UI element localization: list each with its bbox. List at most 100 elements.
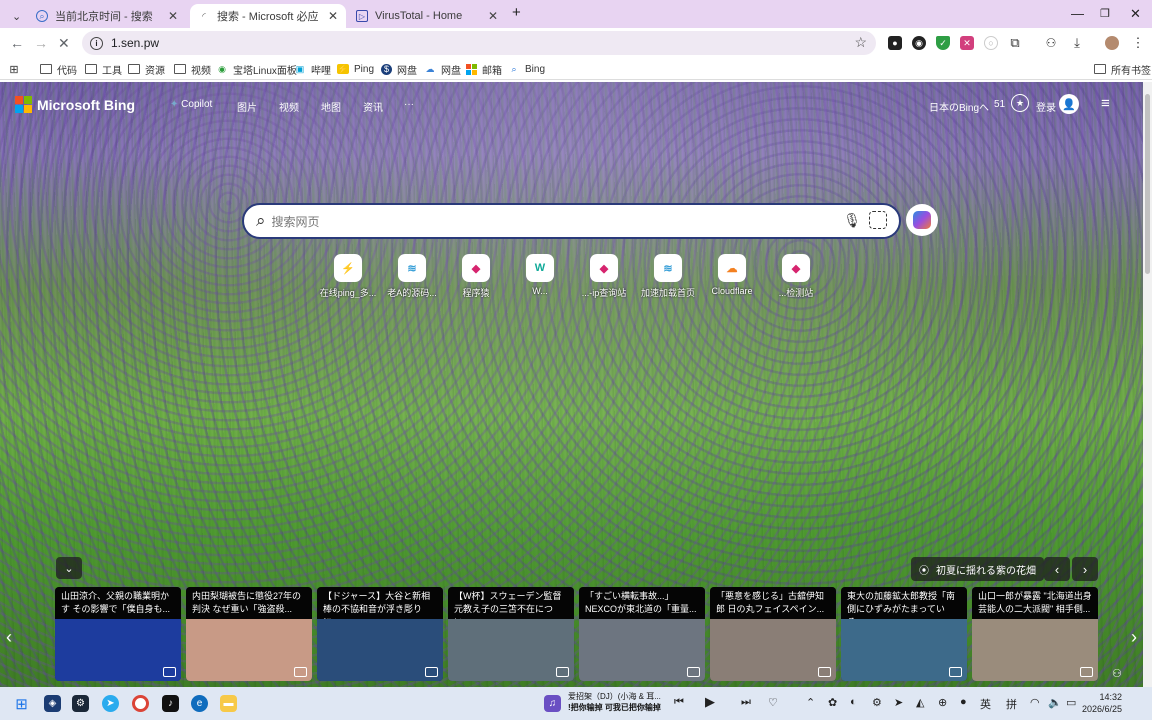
news-card[interactable]: 内田梨瑚被告に懲役27年の判決 なぜ重い「強盗殺...	[186, 587, 312, 681]
news-next-arrow[interactable]: ›	[1131, 627, 1137, 648]
region-link[interactable]: 日本のBingへ	[929, 99, 989, 114]
app-icon-1[interactable]: ◈	[44, 695, 61, 712]
tray-steam-icon[interactable]: ⚙	[872, 696, 882, 709]
nav-copilot[interactable]: ✦ Copilot	[170, 99, 212, 110]
tab-search-menu-button[interactable]: ⌄	[8, 4, 28, 28]
bookmark-folder[interactable]: 工具	[85, 61, 122, 77]
extensions-puzzle-icon[interactable]: ⧉	[1008, 35, 1022, 50]
stop-loading-button[interactable]: ✕	[58, 35, 70, 52]
tray-app-icon[interactable]: ●	[960, 696, 967, 708]
file-explorer-icon[interactable]: ▬	[220, 695, 237, 712]
tray-telegram-icon[interactable]: ➤	[894, 696, 903, 709]
close-window-icon[interactable]: ✕	[1130, 6, 1141, 22]
quicklink[interactable]: ◆ ...检测站	[760, 254, 832, 299]
hamburger-menu-icon[interactable]: ≡	[1101, 95, 1110, 112]
bookmark-bing[interactable]: ⌕ Bing	[508, 61, 545, 77]
volume-icon[interactable]: 🔈	[1048, 696, 1062, 709]
image-caption[interactable]: ⦿ 初夏に揺れる紫の花畑	[911, 557, 1044, 581]
menu-kebab-icon[interactable]: ⋮	[1131, 35, 1145, 50]
scrollbar-thumb[interactable]	[1145, 94, 1150, 274]
tray-app-icon[interactable]: ◭	[916, 696, 924, 709]
shield-extension-icon[interactable]: ✓	[936, 36, 950, 50]
media-play-icon[interactable]: ▶	[705, 694, 715, 710]
prev-image-button[interactable]: ‹	[1044, 557, 1070, 581]
quicklink[interactable]: ◆ ...-ip查询站	[568, 254, 640, 299]
start-windows-icon[interactable]: ⊞	[13, 695, 30, 713]
close-tab-icon[interactable]: ✕	[168, 9, 178, 23]
forward-button[interactable]: →	[34, 35, 48, 51]
bookmark-folder[interactable]: 代码	[40, 61, 77, 77]
quicklink[interactable]: ≋ 老A的源码...	[376, 254, 448, 299]
bookmark-folder[interactable]: 视频	[174, 61, 211, 77]
extension-5-icon[interactable]: ○	[984, 36, 998, 50]
quicklink[interactable]: ≋ 加速加载首页	[632, 254, 704, 299]
news-card[interactable]: 東大の加藤鉱太郎教授「南側にひずみがたまっている...	[841, 587, 967, 681]
quicklink[interactable]: ◆ 程序猿	[440, 254, 512, 299]
heart-icon[interactable]: ♡	[768, 696, 778, 709]
news-card[interactable]: 【ドジャース】大谷と新相棒の不協和音が浮き彫りに...	[317, 587, 443, 681]
tray-overflow-icon[interactable]: ⌃	[806, 696, 815, 709]
copilot-button[interactable]	[906, 204, 938, 236]
new-tab-button[interactable]: +	[512, 4, 521, 21]
quicklink[interactable]: ☁ Cloudflare	[696, 254, 768, 296]
rewards-medal-icon[interactable]: ★	[1011, 94, 1029, 112]
tab-bing-search[interactable]: ◜ 搜索 - Microsoft 必应 ✕	[190, 4, 346, 28]
bookmark-bilibili[interactable]: ▣ 哔哩	[294, 61, 331, 77]
collapse-feed-button[interactable]: ⌄	[56, 557, 82, 579]
bookmark-mail[interactable]: 邮箱	[465, 61, 502, 77]
media-prev-icon[interactable]: ⏮	[674, 696, 684, 709]
user-avatar-icon[interactable]: 👤	[1059, 94, 1079, 114]
search-input[interactable]: 搜索网页	[272, 213, 320, 230]
feedback-icon[interactable]: ⚇	[1112, 667, 1122, 680]
close-tab-icon[interactable]: ✕	[328, 9, 338, 23]
ime-language[interactable]: 英	[980, 696, 991, 712]
page-scrollbar[interactable]	[1143, 82, 1152, 687]
apps-grid-icon[interactable]: ⊞	[8, 61, 25, 77]
tray-app-icon[interactable]: ✿	[828, 696, 837, 709]
bookmark-folder[interactable]: 资源	[128, 61, 165, 77]
site-info-icon[interactable]: i	[90, 36, 103, 50]
extension-2-icon[interactable]: ◉	[912, 36, 926, 50]
search-box[interactable]: ⌕ 搜索网页 🎙	[242, 203, 901, 239]
back-button[interactable]: ←	[10, 35, 24, 51]
profile-avatar[interactable]	[1105, 36, 1119, 50]
visual-search-icon[interactable]	[869, 211, 887, 229]
nav-maps[interactable]: 地图	[321, 99, 341, 114]
bookmark-star-icon[interactable]: ☆	[854, 34, 867, 51]
edge-icon[interactable]: e	[191, 695, 208, 712]
steam-icon[interactable]: ⚙	[72, 695, 89, 712]
news-card[interactable]: 「すごい横転事故...」 NEXCOが東北道の「重量...	[579, 587, 705, 681]
news-card[interactable]: 【W杯】スウェーデン監督 元教え子の三笘不在につい...	[448, 587, 574, 681]
tab-virustotal[interactable]: ▷ VirusTotal - Home ✕	[348, 4, 506, 28]
news-card[interactable]: 山田涼介、父親の職業明かす その影響で「僕自身も...	[55, 587, 181, 681]
nav-images[interactable]: 图片	[237, 99, 257, 114]
address-bar[interactable]: i 1.sen.pw ☆	[82, 31, 876, 55]
spy-extension-icon[interactable]: ⚇	[1044, 36, 1058, 50]
bing-logo[interactable]: Microsoft Bing	[15, 96, 135, 113]
news-prev-arrow[interactable]: ‹	[6, 627, 12, 648]
nav-news[interactable]: 资讯	[363, 99, 383, 114]
extension-4-icon[interactable]: ✕	[960, 36, 974, 50]
quicklink[interactable]: W W...	[504, 254, 576, 296]
extension-1-icon[interactable]: ●	[888, 36, 902, 50]
next-image-button[interactable]: ›	[1072, 557, 1098, 581]
media-now-playing[interactable]: 爱招架（DJ）(小海 & 耳... !把你输掉 可我已把你输掉	[568, 691, 683, 713]
media-next-icon[interactable]: ⏭	[741, 696, 751, 709]
telegram-icon[interactable]: ➤	[102, 695, 119, 712]
tiktok-icon[interactable]: ♪	[162, 695, 179, 712]
ime-mode[interactable]: 拼	[1006, 696, 1017, 712]
news-card[interactable]: 山口一郎が暴露 "北海道出身芸能人の二大派閥" 相手側...	[972, 587, 1098, 681]
restore-icon[interactable]: ❐	[1100, 7, 1110, 20]
close-tab-icon[interactable]: ✕	[488, 9, 498, 23]
quicklink[interactable]: ⚡ 在线ping_多...	[312, 254, 384, 299]
minimize-icon[interactable]: —	[1071, 6, 1084, 21]
tray-app-icon[interactable]: ⊕	[938, 696, 947, 709]
nav-more[interactable]: ···	[404, 99, 414, 110]
system-clock[interactable]: 14:32 2026/6/25	[1080, 691, 1122, 715]
battery-icon[interactable]: ▭	[1066, 696, 1076, 709]
news-card[interactable]: 「悪意を感じる」古舘伊知郎 日の丸フェイスペイン...	[710, 587, 836, 681]
bookmark-ping[interactable]: ⚡ Ping	[337, 61, 374, 77]
wifi-icon[interactable]: ◠	[1030, 696, 1040, 709]
download-icon[interactable]: ⤓	[1070, 35, 1084, 50]
tab-beijing-time[interactable]: ⌕ 当前北京时间 - 搜索 ✕	[28, 4, 186, 28]
